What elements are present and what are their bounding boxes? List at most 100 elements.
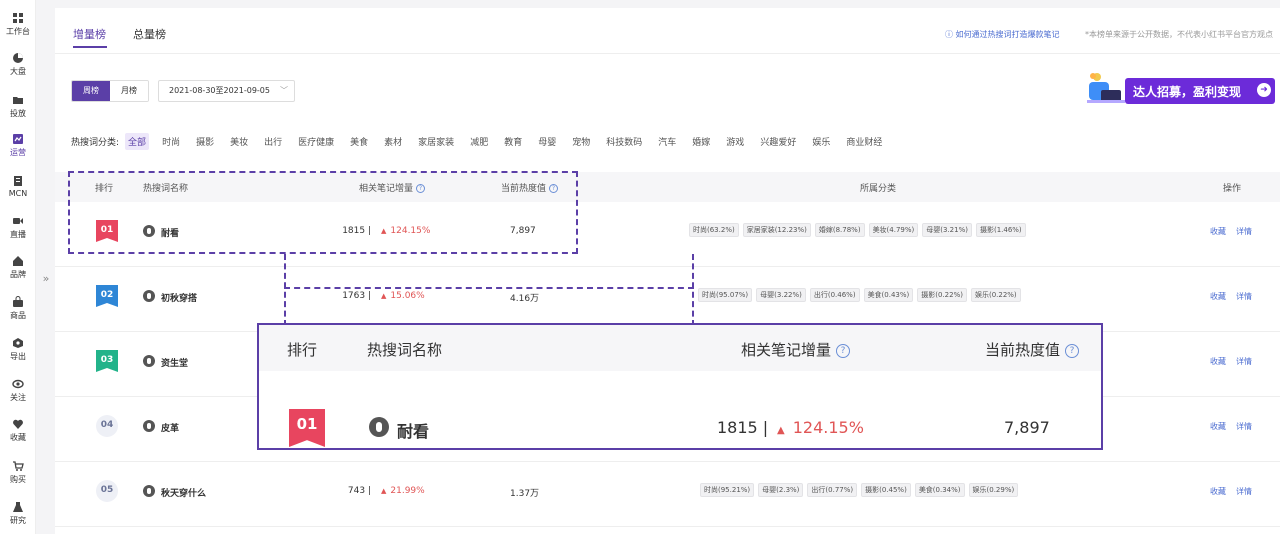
favorite-link[interactable]: 收藏 xyxy=(1210,291,1226,302)
category-tag: 摄影(1.46%) xyxy=(975,223,1026,237)
nav-item-home[interactable]: 品牌 xyxy=(0,249,36,287)
header-category: 所属分类 xyxy=(860,184,897,194)
left-nav: 工作台大盘投放运营 MCN 直播品牌商品导出关注收藏购买研究 xyxy=(0,0,36,534)
up-arrow-icon: ▲ xyxy=(777,425,785,436)
zoom-header-rank: 排行 xyxy=(287,341,318,359)
category-chip[interactable]: 减肥 xyxy=(467,133,491,150)
category-tag: 美食(0.43%) xyxy=(863,288,914,302)
detail-link[interactable]: 详情 xyxy=(1236,226,1252,237)
category-tags: 时尚(63.2%) 家居家装(12.23%) 婚嫁(8.78%) 美妆(4.79%) 母… xyxy=(689,223,1030,237)
folder-icon xyxy=(12,94,24,106)
nav-item-label: MCN xyxy=(8,189,28,198)
nav-item-heart[interactable]: 收藏 xyxy=(0,412,36,450)
category-chip[interactable]: 汽车 xyxy=(655,133,679,150)
disclaimer-text: *本榜单来源于公开数据，不代表小红书平台官方观点 xyxy=(1085,30,1273,39)
help-icon[interactable]: ? xyxy=(836,343,851,358)
category-chip[interactable]: 宠物 xyxy=(569,133,593,150)
detail-link[interactable]: 详情 xyxy=(1236,421,1252,432)
nav-item-label: 工作台 xyxy=(6,27,30,36)
category-chip[interactable]: 家居家装 xyxy=(415,133,457,150)
category-chip[interactable]: 教育 xyxy=(501,133,525,150)
category-chip[interactable]: 医疗健康 xyxy=(295,133,337,150)
category-chip[interactable]: 娱乐 xyxy=(809,133,833,150)
category-chip[interactable]: 美妆 xyxy=(227,133,251,150)
nav-item-label: 大盘 xyxy=(10,67,26,76)
nav-item-label: 研究 xyxy=(10,516,26,525)
nav-item-document[interactable]: MCN xyxy=(0,169,36,207)
nav-item-cart[interactable]: 购买 xyxy=(0,454,36,492)
nav-item-grid[interactable]: 工作台 xyxy=(0,6,36,44)
detail-link[interactable]: 详情 xyxy=(1236,291,1252,302)
nav-item-label: 直播 xyxy=(10,230,26,239)
rank-badge: 02 xyxy=(96,285,118,307)
category-chip[interactable]: 母婴 xyxy=(535,133,559,150)
nav-item-label: 关注 xyxy=(10,393,26,402)
category-tag: 美食(0.34%) xyxy=(914,483,965,497)
recruit-banner[interactable]: 达人招募，盈利变现 ➜ xyxy=(1085,70,1275,108)
zoom-header-notes-label: 相关笔记增量 xyxy=(741,341,832,359)
cart-icon xyxy=(12,460,24,472)
help-link[interactable]: ⓘ 如何通过热搜词打造爆款笔记 xyxy=(945,29,1060,40)
category-chip[interactable]: 兴趣爱好 xyxy=(757,133,799,150)
change-value: 21.99% xyxy=(390,486,425,496)
detail-link[interactable]: 详情 xyxy=(1236,356,1252,367)
category-tag: 美妆(4.79%) xyxy=(868,223,919,237)
nav-item-export[interactable]: 导出 xyxy=(0,331,36,369)
monthly-button[interactable]: 月榜 xyxy=(110,81,148,101)
category-tag: 母婴(2.3%) xyxy=(758,483,804,497)
category-chip[interactable]: 商业财经 xyxy=(843,133,885,150)
arrow-right-icon: ➜ xyxy=(1257,83,1271,97)
zoom-header-heat-label: 当前热度值 xyxy=(985,341,1061,359)
nav-item-pie-chart[interactable]: 大盘 xyxy=(0,46,36,84)
nav-item-trend-chart[interactable]: 运营 xyxy=(0,127,36,165)
category-tag: 时尚(95.07%) xyxy=(698,288,753,302)
tab-total-ranking[interactable]: 总量榜 xyxy=(133,26,166,42)
category-chip[interactable]: 美食 xyxy=(347,133,371,150)
keyword-name: 资生堂 xyxy=(161,359,189,369)
nav-item-shopping-bag[interactable]: 商品 xyxy=(0,290,36,328)
favorite-link[interactable]: 收藏 xyxy=(1210,226,1226,237)
nav-item-label: 商品 xyxy=(10,311,26,320)
nav-item-label: 投放 xyxy=(10,109,26,118)
nav-item-video-camera[interactable]: 直播 xyxy=(0,209,36,247)
zoom-heat-value: 7,897 xyxy=(1004,418,1050,437)
nav-item-label: 运营 xyxy=(10,148,26,157)
weekly-button[interactable]: 周榜 xyxy=(72,81,110,101)
category-chip[interactable]: 游戏 xyxy=(723,133,747,150)
category-tag: 出行(0.46%) xyxy=(809,288,860,302)
collapse-sidebar-button[interactable]: » xyxy=(40,272,52,286)
keyword-flame-icon xyxy=(143,420,155,432)
header-action: 操作 xyxy=(1223,184,1242,194)
nav-item-label: 导出 xyxy=(10,352,26,361)
category-chip[interactable]: 素材 xyxy=(381,133,405,150)
zoom-notes-count: 1815 | xyxy=(717,418,769,437)
category-chip[interactable]: 摄影 xyxy=(193,133,217,150)
nav-item-eye[interactable]: 关注 xyxy=(0,372,36,410)
rank-badge: 03 xyxy=(96,350,118,372)
zoom-header: 排行 热搜词名称 相关笔记增量? 当前热度值? xyxy=(259,325,1101,371)
nav-item-label: 购买 xyxy=(10,475,26,484)
date-range-select[interactable]: 2021-08-30至2021-09-05 ﹀ xyxy=(158,80,295,102)
nav-item-flask[interactable]: 研究 xyxy=(0,495,36,533)
category-chip[interactable]: 时尚 xyxy=(159,133,183,150)
keyword-flame-icon xyxy=(143,485,155,497)
detail-link[interactable]: 详情 xyxy=(1236,486,1252,497)
category-chip[interactable]: 婚嫁 xyxy=(689,133,713,150)
category-tag: 时尚(63.2%) xyxy=(689,223,739,237)
heart-icon xyxy=(12,418,24,430)
tab-increment-ranking[interactable]: 增量榜 xyxy=(73,26,106,42)
category-chip[interactable]: 全部 xyxy=(125,132,150,150)
category-chip[interactable]: 出行 xyxy=(261,133,285,150)
pie-chart-icon xyxy=(12,52,24,64)
callout-connector xyxy=(284,254,694,326)
zoom-rank-badge: 01 xyxy=(289,409,325,447)
category-tag: 母婴(3.22%) xyxy=(756,288,806,302)
nav-item-folder[interactable]: 投放 xyxy=(0,88,36,126)
category-chip[interactable]: 科技数码 xyxy=(603,133,645,150)
favorite-link[interactable]: 收藏 xyxy=(1210,421,1226,432)
help-icon[interactable]: ? xyxy=(1065,343,1080,358)
category-tag: 出行(0.77%) xyxy=(807,483,858,497)
video-camera-icon xyxy=(12,215,24,227)
favorite-link[interactable]: 收藏 xyxy=(1210,486,1226,497)
favorite-link[interactable]: 收藏 xyxy=(1210,356,1226,367)
